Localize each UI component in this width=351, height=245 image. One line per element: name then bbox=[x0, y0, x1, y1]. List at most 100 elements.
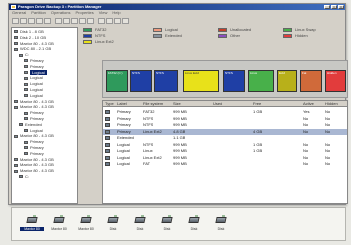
menu-view[interactable]: View bbox=[99, 10, 108, 16]
menu-operations[interactable]: Operations bbox=[51, 10, 71, 16]
drive-item[interactable]: Disk bbox=[128, 211, 152, 239]
table-row[interactable]: Primary NTFS 999 MB No No bbox=[103, 122, 347, 128]
drive-item[interactable]: Disk bbox=[155, 211, 179, 239]
toolbar-button[interactable] bbox=[114, 18, 121, 24]
hard-drive-icon bbox=[52, 213, 66, 225]
menu-partition[interactable]: Partition bbox=[31, 10, 46, 16]
disk-icon bbox=[14, 169, 18, 173]
toolbar-button[interactable] bbox=[44, 18, 51, 24]
table-row[interactable]: Primary NTFS 999 MB No No bbox=[103, 116, 347, 122]
legend-item: Linux Swap bbox=[283, 27, 316, 32]
table-cell: Linux bbox=[143, 148, 153, 153]
app-window: Paragon Drive Backup 3 • Partition Manag… bbox=[8, 3, 348, 205]
table-row[interactable]: Logical NTFS 999 MB 1 GB No No bbox=[103, 142, 347, 148]
table-row[interactable]: Logical Linux Ext2 999 MB No No bbox=[103, 155, 347, 161]
tree-item[interactable]: C: bbox=[14, 174, 77, 180]
hard-drive-icon bbox=[133, 213, 147, 225]
partition-block-label: Linux Ext2 bbox=[185, 71, 200, 75]
drive-item[interactable]: Disk bbox=[182, 211, 206, 239]
toolbar-button[interactable] bbox=[55, 18, 62, 24]
drive-label: Disk bbox=[163, 227, 171, 231]
table-cell: No bbox=[325, 109, 331, 114]
tree-item-label: C: bbox=[25, 173, 29, 179]
disk-icon bbox=[14, 105, 18, 109]
column-header[interactable]: Hidden bbox=[325, 101, 338, 107]
legend-item: FAT32 bbox=[83, 27, 107, 32]
window-controls: _ □ × bbox=[324, 5, 344, 9]
table-cell: Logical bbox=[117, 141, 130, 147]
table-cell: 999 MB bbox=[173, 154, 187, 160]
table-row[interactable]: Primary FAT32 999 MB 1 GB Yes No bbox=[103, 109, 347, 115]
table-row[interactable]: Primary Linux Ext2 4.8 GB 4 GB No No bbox=[103, 128, 347, 135]
column-header[interactable]: Label bbox=[117, 101, 127, 107]
minimize-button[interactable]: _ bbox=[324, 5, 330, 9]
table-cell: 999 MB bbox=[173, 109, 187, 114]
hard-drive-icon bbox=[187, 213, 201, 225]
table-cell: 1 GB bbox=[253, 109, 263, 114]
partition-block-label: Linux bbox=[250, 71, 258, 75]
partition-icon bbox=[24, 94, 28, 98]
table-cell: No bbox=[303, 122, 309, 127]
table-cell: 999 MB bbox=[173, 161, 187, 166]
menu-help[interactable]: Help bbox=[112, 10, 120, 16]
toolbar-button[interactable] bbox=[20, 18, 27, 24]
maximize-button[interactable]: □ bbox=[331, 5, 337, 9]
legend-item: Unallocated bbox=[218, 27, 251, 32]
toolbar-button[interactable] bbox=[106, 18, 113, 24]
toolbar-button[interactable] bbox=[63, 18, 70, 24]
partition-icon bbox=[24, 82, 28, 86]
table-row[interactable]: Extended 1.1 GB bbox=[103, 135, 347, 141]
column-header[interactable]: Type bbox=[105, 101, 114, 107]
table-cell: No bbox=[303, 148, 309, 153]
partition-block[interactable]: Fat bbox=[300, 70, 322, 92]
drive-item[interactable]: Maxtor 80 bbox=[47, 211, 71, 239]
hard-drive-body bbox=[215, 217, 227, 223]
table-cell: NTFS bbox=[143, 122, 154, 127]
menu-properties[interactable]: Properties bbox=[76, 10, 94, 16]
column-header[interactable]: Active bbox=[303, 101, 314, 107]
table-cell: No bbox=[303, 141, 309, 147]
toolbar-button[interactable] bbox=[28, 18, 35, 24]
partition-block[interactable]: Hidden bbox=[325, 70, 346, 92]
partition-icon bbox=[19, 175, 23, 179]
column-header[interactable]: Free bbox=[253, 101, 261, 107]
drive-label: Disk bbox=[109, 227, 117, 231]
partition-icon bbox=[24, 117, 28, 121]
table-row[interactable]: Logical Linux 999 MB 1 GB No No bbox=[103, 148, 347, 154]
toolbar-button[interactable] bbox=[36, 18, 43, 24]
close-button[interactable]: × bbox=[338, 5, 344, 9]
toolbar-button[interactable] bbox=[87, 18, 94, 24]
table-row[interactable]: Logical FAT 999 MB No No bbox=[103, 161, 347, 167]
partition-icon bbox=[24, 140, 28, 144]
column-header[interactable]: File system bbox=[143, 101, 163, 107]
menu-general[interactable]: General bbox=[12, 10, 26, 16]
hard-drive-body bbox=[161, 217, 173, 223]
column-header[interactable]: Size bbox=[173, 101, 181, 107]
legend-item: Linux Ext2 bbox=[83, 39, 114, 44]
partition-block[interactable]: Linux bbox=[248, 70, 274, 92]
partition-block[interactable]: NTFS bbox=[130, 70, 152, 92]
partition-block[interactable]: FAT32 (C:) bbox=[106, 70, 128, 92]
partition-block[interactable]: Ext2 bbox=[277, 70, 297, 92]
toolbar-button[interactable] bbox=[71, 18, 78, 24]
drive-item[interactable]: Maxtor 80 bbox=[20, 211, 44, 239]
legend-label: Linux Swap bbox=[295, 27, 316, 32]
drive-item[interactable]: Disk bbox=[209, 211, 233, 239]
drive-item[interactable]: Maxtor 80 bbox=[74, 211, 98, 239]
toolbar-button[interactable] bbox=[79, 18, 86, 24]
drive-item[interactable]: Disk bbox=[101, 211, 125, 239]
partition-icon bbox=[19, 123, 23, 127]
partition-block[interactable]: NTFS bbox=[154, 70, 178, 92]
column-header[interactable]: Used bbox=[213, 101, 222, 107]
partition-block[interactable]: NTFS bbox=[223, 70, 245, 92]
table-cell: Primary bbox=[117, 109, 131, 114]
partition-icon bbox=[24, 59, 28, 63]
hard-drive-icon bbox=[214, 213, 228, 225]
toolbar-button[interactable] bbox=[122, 18, 129, 24]
legend-swatch bbox=[283, 27, 292, 32]
partition-block[interactable]: Linux Ext2 bbox=[183, 70, 219, 92]
toolbar-button[interactable] bbox=[98, 18, 105, 24]
partition-map: FAT32 (C:) NTFS NTFS Linux Ext2 NTFS Linux Ext… bbox=[102, 60, 348, 98]
disk-tree[interactable]: Disk 1 - 8 GB Disk 2 - 10 GB Maxtor 80 - 4… bbox=[11, 27, 78, 204]
toolbar-button[interactable] bbox=[12, 18, 19, 24]
